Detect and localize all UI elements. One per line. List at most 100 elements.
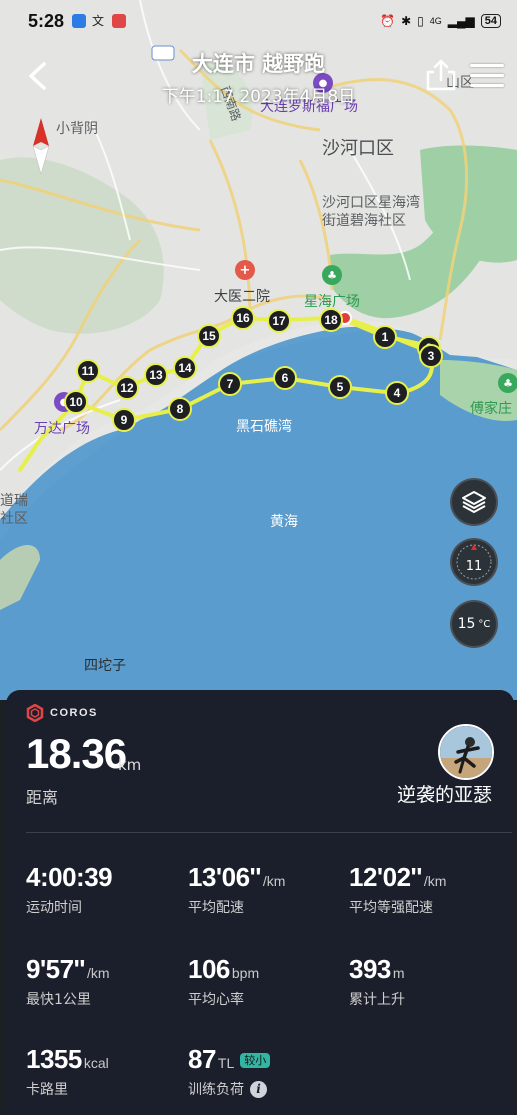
stat-unit: /km	[423, 873, 447, 889]
temperature-value: 15	[457, 616, 476, 632]
menu-icon	[470, 64, 504, 67]
park-poi-icon[interactable]: ♣	[322, 265, 342, 285]
alarm-icon: ⏰	[380, 14, 396, 28]
stat-moving-time: 4:00:39 运动时间	[26, 862, 114, 917]
km-marker[interactable]: 1	[373, 325, 397, 349]
stat-unit: /km	[86, 965, 110, 981]
stat-unit: kcal	[83, 1055, 109, 1071]
hospital-poi-icon[interactable]: +	[235, 260, 255, 280]
share-icon	[426, 59, 456, 91]
km-marker[interactable]: 8	[168, 397, 192, 421]
share-button[interactable]	[424, 58, 460, 94]
stat-value: 9'57''	[26, 954, 85, 984]
km-marker[interactable]: 7	[218, 372, 242, 396]
km-marker[interactable]: 11	[76, 359, 100, 383]
stats-panel: COROS 18.36 km 距离 逆袭的亚瑟 4:00:39 运动时间 13'…	[6, 690, 514, 1115]
runner-avatar-image	[440, 726, 492, 778]
map-layers-button[interactable]	[450, 478, 498, 526]
brand-logo: COROS	[26, 704, 98, 722]
distance-unit: km	[118, 756, 142, 774]
map-label-heishijiao: 黑石礁湾	[236, 419, 292, 435]
distance-value: 18.36	[26, 730, 127, 777]
stat-label: 卡路里	[26, 1082, 68, 1098]
stat-unit: m	[392, 965, 405, 981]
km-marker[interactable]: 10	[64, 390, 88, 414]
training-load-badge: 较小	[240, 1053, 271, 1068]
stat-value: 87	[188, 1044, 216, 1074]
stat-label: 最快1公里	[26, 992, 91, 1008]
translate-icon: 文	[92, 14, 105, 28]
park-poi-icon[interactable]: ♣	[498, 373, 517, 393]
map-label-xinghaiwan: 沙河口区星海湾	[322, 195, 420, 211]
map-label-wanda: 万达广场	[34, 421, 90, 437]
map-label-daorui: 道瑞	[0, 493, 28, 509]
divider	[26, 832, 512, 833]
username: 逆袭的亚瑟	[396, 784, 492, 806]
stat-avg-pace: 13'06''/km 平均配速	[188, 862, 285, 917]
stat-value: 1355	[26, 1044, 82, 1074]
stat-label: 平均心率	[188, 992, 244, 1008]
km-marker[interactable]: 9	[112, 408, 136, 432]
temperature-unit: °C	[478, 618, 491, 630]
km-marker[interactable]: 14	[173, 356, 197, 380]
stat-value: 4:00:39	[26, 862, 113, 892]
km-marker[interactable]: 6	[273, 366, 297, 390]
stat-label-row: 训练负荷 i	[188, 1079, 270, 1099]
battery-indicator: 54	[480, 14, 501, 28]
map-label-fujiazhuang: 傅家庄	[470, 401, 512, 417]
app-notification-icon	[72, 14, 87, 28]
avatar[interactable]	[438, 724, 494, 780]
km-marker[interactable]: 18	[319, 308, 343, 332]
km-marker[interactable]: 16	[231, 306, 255, 330]
menu-icon-line	[470, 84, 504, 87]
stat-label: 平均等强配速	[349, 900, 433, 916]
compass-button[interactable]: 11	[450, 538, 498, 586]
stat-unit: bpm	[231, 965, 260, 981]
stat-label: 平均配速	[188, 900, 244, 916]
compass-value: 11	[465, 558, 483, 574]
map-label-huanghai: 黄海	[270, 514, 298, 530]
km-marker[interactable]: 12	[115, 376, 139, 400]
status-time: 5:28	[28, 10, 65, 31]
map-label-dayi: 大医二院	[214, 289, 270, 305]
km-marker[interactable]: 3	[419, 344, 443, 368]
km-marker[interactable]: 15	[197, 324, 221, 348]
coros-logo-icon	[26, 704, 44, 722]
map-label-xiaobeiyin: 小背阴	[56, 121, 98, 137]
app-notification-icon	[112, 14, 127, 28]
stat-avg-heart-rate: 106 bpm 平均心率	[188, 954, 259, 1009]
network-type: 4G	[429, 16, 442, 26]
bluetooth-icon: ✱	[401, 14, 412, 28]
vibrate-icon: ▯	[417, 14, 424, 28]
stat-unit: /km	[262, 873, 286, 889]
stat-value: 12'02''	[349, 862, 422, 892]
info-icon[interactable]: i	[250, 1080, 267, 1098]
activity-header: 大连市 越野跑 下午1:17 2023年4月8日	[0, 44, 517, 114]
map-label-bihai: 街道碧海社区	[322, 213, 406, 229]
layers-icon	[462, 491, 486, 513]
stat-calories: 1355 kcal 卡路里	[26, 1044, 109, 1099]
status-bar: 5:28 文 ⏰ ✱ ▯ 4G ▂▄▆ 54	[0, 0, 517, 42]
distance-label: 距离	[26, 788, 59, 807]
map-label-shahekou: 沙河口区	[322, 138, 394, 159]
north-arrow-icon	[32, 118, 50, 174]
brand-text: COROS	[50, 707, 98, 719]
signal-icon: ▂▄▆	[447, 14, 475, 28]
km-marker[interactable]: 13	[144, 363, 168, 387]
map-label-sitouzi: 四坨子	[84, 658, 126, 674]
stat-fastest-km: 9'57''/km 最快1公里	[26, 954, 110, 1009]
stat-training-load: 87 TL 较小 训练负荷 i	[188, 1044, 271, 1099]
stat-unit: TL	[217, 1055, 235, 1071]
stat-value: 106	[188, 954, 230, 984]
stat-label: 训练负荷	[188, 1082, 244, 1098]
menu-button[interactable]	[470, 64, 504, 92]
map-label-qu: 社区	[0, 511, 28, 527]
km-marker[interactable]: 17	[267, 309, 291, 333]
stat-value: 13'06''	[188, 862, 261, 892]
stat-label: 运动时间	[26, 900, 82, 916]
menu-icon-line	[470, 74, 504, 77]
temperature-button[interactable]: 15 °C	[450, 600, 498, 648]
km-marker[interactable]: 5	[328, 375, 352, 399]
stat-label: 累计上升	[349, 992, 405, 1008]
km-marker[interactable]: 4	[385, 381, 409, 405]
